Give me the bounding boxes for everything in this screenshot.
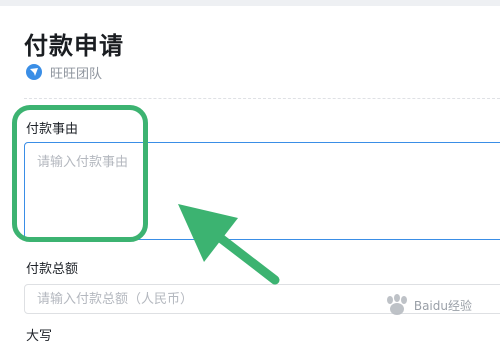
watermark-text: Baidu经验 — [413, 298, 472, 313]
top-bar — [0, 0, 500, 6]
team-icon — [26, 64, 42, 80]
team-name: 旺旺团队 — [50, 66, 103, 82]
reason-textarea[interactable] — [24, 142, 500, 240]
baidu-paw-icon — [386, 294, 407, 315]
section-divider — [24, 98, 500, 99]
total-amount-label: 付款总额 — [26, 262, 79, 277]
uppercase-amount-label: 大写 — [26, 329, 53, 344]
team-info: 旺旺团队 — [26, 63, 103, 82]
watermark: Baidu经验 — [384, 294, 472, 316]
reason-label: 付款事由 — [26, 122, 79, 137]
page-title: 付款申请 — [24, 32, 124, 60]
